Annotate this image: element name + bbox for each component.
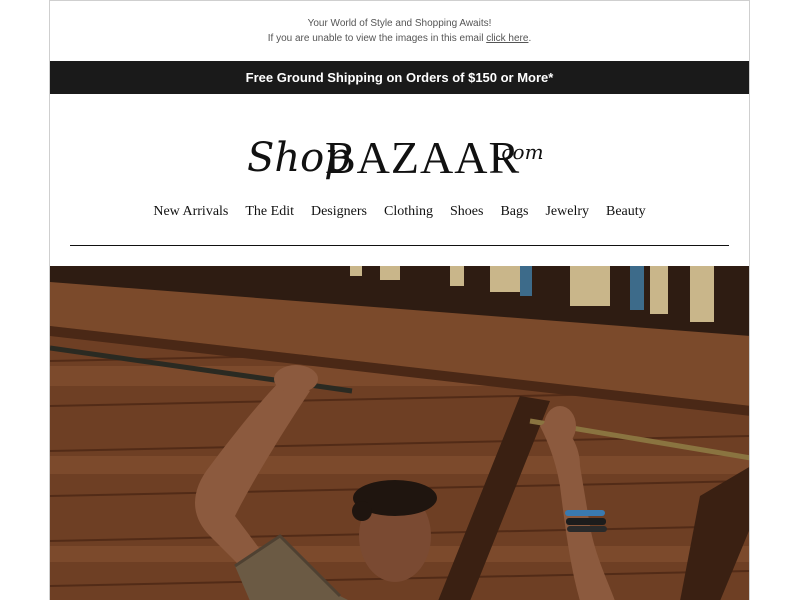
shipping-promo-banner[interactable]: Free Ground Shipping on Orders of $150 o… [50, 61, 749, 94]
nav-beauty[interactable]: Beauty [598, 204, 655, 220]
preheader-view-suffix: . [528, 33, 532, 44]
nav-clothing[interactable]: Clothing [375, 204, 441, 220]
logo-com-text: .com [495, 140, 544, 164]
nav-shoes[interactable]: Shoes [442, 204, 492, 220]
nav-designers[interactable]: Designers [302, 204, 375, 220]
preheader-view-text: If you are unable to view the images in … [267, 33, 487, 44]
nav-new-arrivals[interactable]: New Arrivals [145, 204, 237, 220]
nav-the-edit[interactable]: The Edit [237, 204, 303, 220]
shopbazaar-logo-mark: Shop BAZAAR .com [247, 132, 544, 183]
preheader-view-line: If you are unable to view the images in … [50, 31, 749, 46]
hero-photo-illustration [50, 266, 749, 600]
shipping-promo-text: Free Ground Shipping on Orders of $150 o… [245, 70, 554, 85]
logo-bazaar-text: BAZAAR [325, 132, 520, 183]
nav-jewelry[interactable]: Jewelry [537, 204, 598, 220]
nav-divider [70, 245, 729, 246]
preheader: Your World of Style and Shopping Awaits!… [50, 1, 749, 45]
hero-image[interactable] [50, 266, 749, 600]
nav-bags[interactable]: Bags [492, 204, 537, 220]
email-container: Your World of Style and Shopping Awaits!… [49, 0, 750, 600]
preheader-tagline: Your World of Style and Shopping Awaits! [307, 18, 492, 29]
shopbazaar-logo[interactable]: Shop BAZAAR .com [50, 123, 749, 185]
view-online-link[interactable]: click here [486, 33, 528, 44]
main-nav: New Arrivals The Edit Designers Clothing… [50, 204, 749, 220]
